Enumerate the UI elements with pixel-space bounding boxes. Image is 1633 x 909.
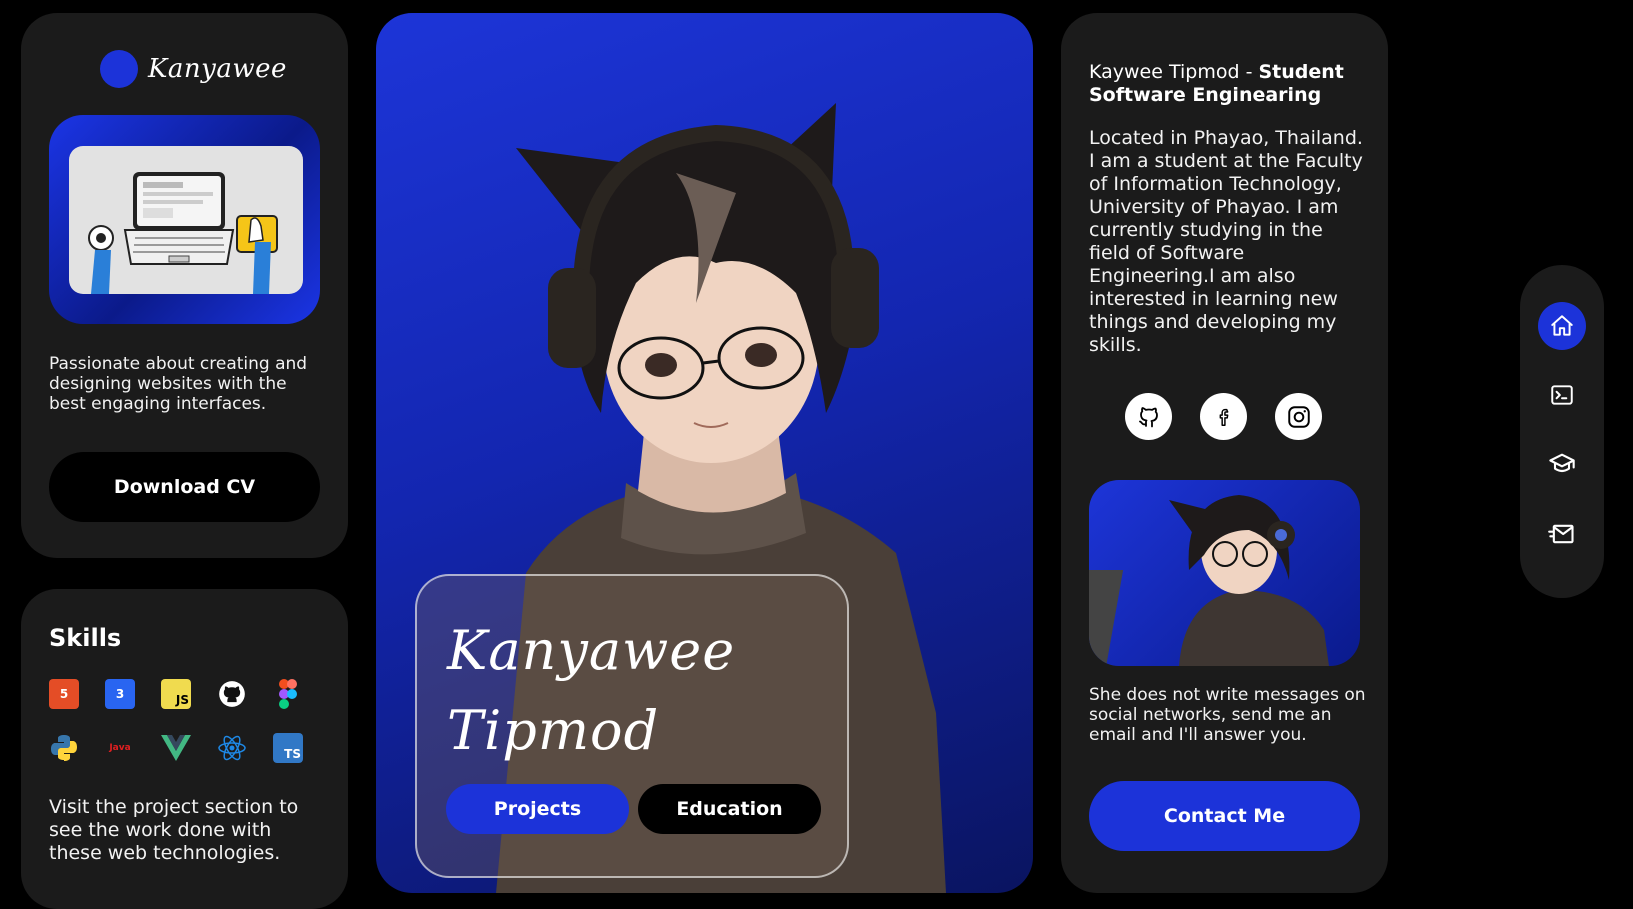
hero-name-last: Tipmod [447,699,660,762]
react-icon [217,733,247,763]
instagram-icon [1287,405,1310,428]
skills-description: Visit the project section to see the wor… [49,796,299,864]
projects-button[interactable]: Projects [446,784,629,834]
graduation-cap-icon [1549,453,1575,473]
hero-name-panel: Kanyawee Tipmod Projects Education [415,574,849,878]
skills-card: Skills 5 3 JS Java TS Visit the project … [21,589,348,909]
brand-logo-dot [100,50,138,88]
laptop-illustration [49,115,320,324]
hero-name: Kanyawee Tipmod [447,611,735,771]
illustration-canvas [69,146,303,294]
html5-icon: 5 [49,679,79,709]
skills-title: Skills [49,624,122,652]
brand-name: Kanyawee [148,54,287,84]
github-icon [217,679,247,709]
download-cv-button[interactable]: Download CV [49,452,320,522]
home-icon [1551,315,1573,336]
github-link[interactable] [1125,393,1172,440]
vue-icon [161,733,191,763]
nav-education[interactable] [1538,440,1586,488]
python-icon [49,733,79,763]
hero-panel: Kanyawee Tipmod Projects Education [376,13,1033,893]
java-icon: Java [109,743,131,753]
about-card: Kaywee Tipmod - Student Software Enginea… [1061,13,1388,893]
profile-card: Kanyawee Passionate about creating and d… [21,13,348,558]
facebook-icon [1219,408,1228,426]
about-title: Kaywee Tipmod - Student Software Enginea… [1089,61,1369,107]
contact-note: She does not write messages on social ne… [1089,685,1366,745]
nav-projects[interactable] [1538,371,1586,419]
contact-me-button[interactable]: Contact Me [1089,781,1360,851]
nav-contact[interactable] [1538,510,1586,558]
brand[interactable]: Kanyawee [100,50,287,88]
figma-icon [273,679,303,709]
skills-grid: 5 3 JS Java TS [49,679,339,763]
terminal-icon [1551,385,1573,405]
instagram-link[interactable] [1275,393,1322,440]
css3-icon: 3 [105,679,135,709]
side-nav [1520,265,1604,598]
about-body: Located in Phayao, Thailand. I am a stud… [1089,127,1363,356]
about-title-name: Kaywee Tipmod - [1089,61,1259,83]
nav-home[interactable] [1538,302,1586,350]
education-button[interactable]: Education [638,784,821,834]
github-icon [1138,406,1158,427]
social-links [1125,393,1322,440]
javascript-icon: JS [161,679,191,709]
character-thumbnail [1089,480,1360,666]
profile-description: Passionate about creating and designing … [49,354,308,414]
hero-name-first: Kanyawee [447,619,736,682]
facebook-link[interactable] [1200,393,1247,440]
typescript-icon: TS [273,733,303,763]
mail-send-icon [1548,524,1574,544]
